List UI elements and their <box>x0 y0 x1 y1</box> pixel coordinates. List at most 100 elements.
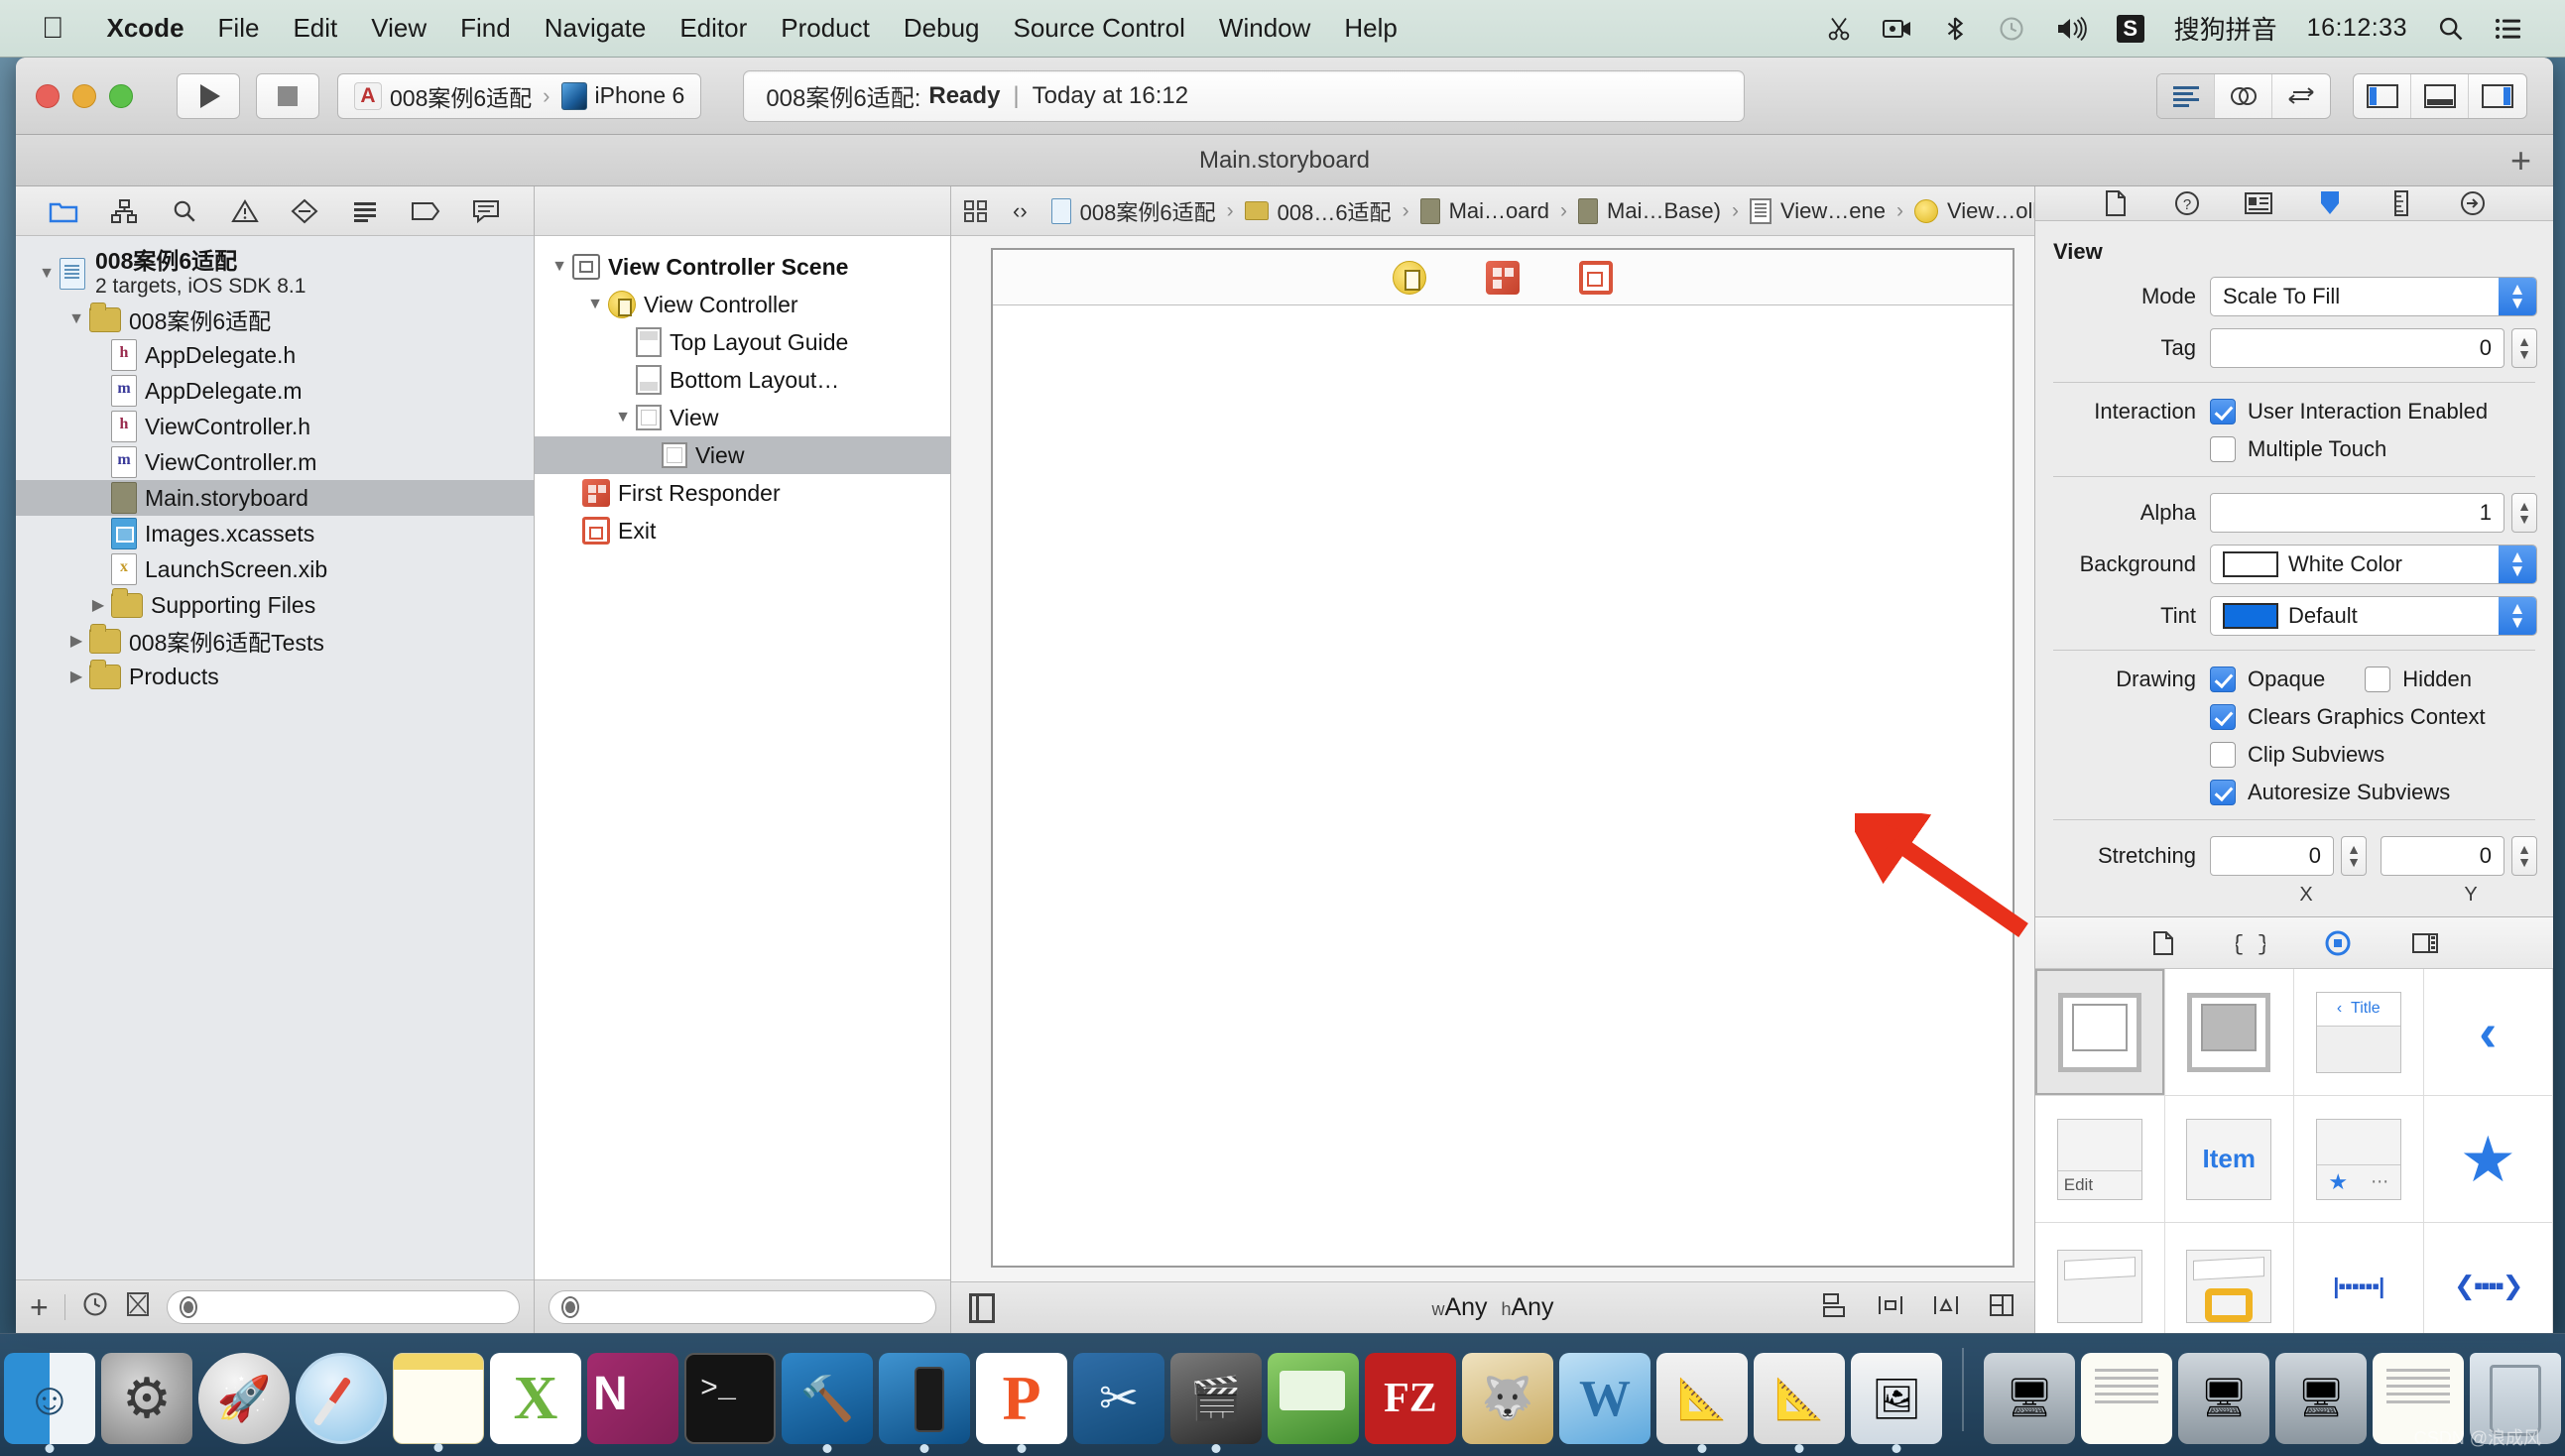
source-control-filter-icon[interactable] <box>125 1290 151 1323</box>
alpha-stepper[interactable]: ▲ ▼ <box>2511 493 2537 533</box>
tree-row-appdelegate-m[interactable]: m AppDelegate.m <box>16 373 534 409</box>
hidden-checkbox-row[interactable]: Hidden <box>2365 667 2472 692</box>
dock-item-xcode[interactable] <box>782 1353 873 1453</box>
tree-row-main-storyboard[interactable]: Main.storyboard <box>16 480 534 516</box>
version-editor-icon[interactable] <box>2272 74 2330 118</box>
outline-row-first-responder[interactable]: First Responder <box>535 474 950 512</box>
dock-item-xcode-doc2[interactable] <box>1754 1353 1845 1453</box>
library-item-tab-bar-item[interactable]: Item <box>2164 1096 2294 1223</box>
library-item-view-controller[interactable] <box>2035 969 2165 1096</box>
editor-mode-segment[interactable] <box>2156 72 2331 119</box>
library-item-tab-bar[interactable]: ★ ⋯ <box>2294 1096 2424 1223</box>
scissors-icon[interactable] <box>1810 15 1868 43</box>
file-template-library-icon[interactable] <box>2143 927 2183 959</box>
menu-item-find[interactable]: Find <box>443 13 528 44</box>
mode-popup[interactable]: Scale To Fill ▲ ▼ <box>2210 277 2537 316</box>
outline-row-view[interactable]: ▼ View <box>535 399 950 436</box>
stretching-y-stepper[interactable]: ▲ ▼ <box>2511 836 2537 876</box>
symbol-navigator-icon[interactable] <box>104 194 144 228</box>
menu-item-help[interactable]: Help <box>1327 13 1413 44</box>
tint-popup[interactable]: Default ▲ ▼ <box>2210 596 2537 636</box>
search-icon[interactable] <box>2422 15 2480 43</box>
identity-inspector-icon[interactable] <box>2240 186 2277 220</box>
breadcrumb-project[interactable]: 008案例6适配 <box>1050 195 1216 227</box>
alpha-input[interactable]: 1 <box>2210 493 2504 533</box>
input-method-label[interactable]: 搜狗拼音 <box>2159 10 2292 47</box>
input-method-badge[interactable]: S <box>2102 14 2159 43</box>
add-file-button[interactable]: + <box>30 1291 49 1323</box>
navigator-toggle-icon[interactable] <box>2354 73 2411 118</box>
stretching-x-input[interactable]: 0 <box>2210 836 2334 876</box>
dock-minimized-document[interactable] <box>2081 1353 2172 1444</box>
code-snippet-library-icon[interactable]: { } <box>2231 927 2270 959</box>
tint-color-swatch[interactable] <box>2223 603 2278 629</box>
breadcrumb-storyboard[interactable]: Mai…oard <box>1419 197 1549 224</box>
report-navigator-icon[interactable] <box>466 194 506 228</box>
run-button[interactable] <box>177 72 240 119</box>
stop-button[interactable] <box>256 72 319 119</box>
library-item-navigation-controller[interactable]: ‹ Title <box>2294 969 2424 1096</box>
view-controller-scene[interactable] <box>991 248 2015 1268</box>
scheme-selector[interactable]: 008案例6适配 › iPhone 6 <box>337 72 702 119</box>
library-item-picker-view[interactable] <box>2164 1223 2294 1333</box>
navigator-filter-input[interactable] <box>166 1289 520 1324</box>
menu-item-xcode[interactable]: Xcode <box>90 13 201 44</box>
dock-item-safari[interactable] <box>296 1353 387 1444</box>
clears-graphics-checkbox-row[interactable]: Clears Graphics Context <box>2210 704 2486 730</box>
library-item-text-field[interactable] <box>2035 1223 2165 1333</box>
dock-item-onenote[interactable] <box>587 1353 678 1444</box>
outline-row-scene[interactable]: ▼ View Controller Scene <box>535 248 950 286</box>
outline-row-view-controller[interactable]: ▼ View Controller <box>535 286 950 323</box>
add-tab-button[interactable]: + <box>2510 142 2531 179</box>
time-machine-icon[interactable] <box>1983 15 2040 43</box>
issue-navigator-icon[interactable] <box>225 194 265 228</box>
menu-item-edit[interactable]: Edit <box>276 13 354 44</box>
dock-item-xcode-doc[interactable] <box>1656 1353 1748 1453</box>
library-item-bar-button-item[interactable]: Edit <box>2035 1096 2165 1223</box>
first-responder-icon[interactable] <box>1486 260 1520 295</box>
find-navigator-icon[interactable] <box>165 194 204 228</box>
test-navigator-icon[interactable] <box>285 194 324 228</box>
autoresize-checkbox-row[interactable]: Autoresize Subviews <box>2210 780 2450 805</box>
dock-minimized-remote-desktop[interactable] <box>1984 1353 2075 1444</box>
tree-row-supporting-files[interactable]: ▶ Supporting Files <box>16 587 534 623</box>
outline-row-exit[interactable]: Exit <box>535 512 950 549</box>
twisty-down-icon[interactable]: ▼ <box>63 310 89 328</box>
twisty-down-icon[interactable]: ▼ <box>610 409 636 426</box>
dock-item-notes[interactable] <box>393 1353 484 1452</box>
project-root-row[interactable]: ▼ 008案例6适配 2 targets, iOS SDK 8.1 <box>16 246 534 302</box>
dock-item-preview[interactable] <box>1851 1353 1942 1453</box>
tag-stepper[interactable]: ▲ ▼ <box>2511 328 2537 368</box>
breadcrumb-storyboard-base[interactable]: Mai…Base) <box>1578 197 1721 224</box>
outline-row-top-layout-guide[interactable]: Top Layout Guide <box>535 323 950 361</box>
forward-button[interactable]: › <box>1020 198 1027 224</box>
opaque-checkbox-row[interactable]: Opaque <box>2210 667 2325 692</box>
breakpoint-navigator-icon[interactable] <box>406 194 445 228</box>
menu-item-editor[interactable]: Editor <box>663 13 764 44</box>
outline-row-bottom-layout-guide[interactable]: Bottom Layout… <box>535 361 950 399</box>
assistant-editor-icon[interactable] <box>2215 73 2272 118</box>
dock-item-terminal[interactable] <box>684 1353 776 1444</box>
object-library-icon[interactable] <box>2318 927 2358 959</box>
storyboard-canvas[interactable]: › ✋ <box>951 236 2034 1281</box>
dock-minimized-remote-desktop3[interactable] <box>2275 1353 2367 1444</box>
notification-center-icon[interactable] <box>2480 16 2537 42</box>
tree-row-group[interactable]: ▼ 008案例6适配 <box>16 302 534 337</box>
quick-help-icon[interactable]: ? <box>2168 186 2206 220</box>
tree-row-viewcontroller-h[interactable]: h ViewController.h <box>16 409 534 444</box>
clip-subviews-checkbox[interactable] <box>2210 742 2236 768</box>
tree-row-images-xcassets[interactable]: Images.xcassets <box>16 516 534 551</box>
view-toggle-segment[interactable] <box>2353 72 2527 119</box>
attributes-inspector-icon[interactable] <box>2311 186 2349 220</box>
tree-row-viewcontroller-m[interactable]: m ViewController.m <box>16 444 534 480</box>
background-color-swatch[interactable] <box>2223 551 2278 577</box>
project-navigator-icon[interactable] <box>44 194 83 228</box>
back-button[interactable]: ‹ <box>1013 198 1020 224</box>
library-item-storyboard-reference[interactable] <box>2164 969 2294 1096</box>
zoom-button[interactable] <box>109 83 133 108</box>
minimize-button[interactable] <box>72 83 96 108</box>
menu-item-window[interactable]: Window <box>1202 13 1327 44</box>
library-item-horizontal-space[interactable]: |▪▪▪▪▪▪| <box>2294 1223 2424 1333</box>
twisty-down-icon[interactable]: ▼ <box>582 296 608 313</box>
library-item-navigation-item[interactable]: ‹ <box>2423 969 2553 1096</box>
